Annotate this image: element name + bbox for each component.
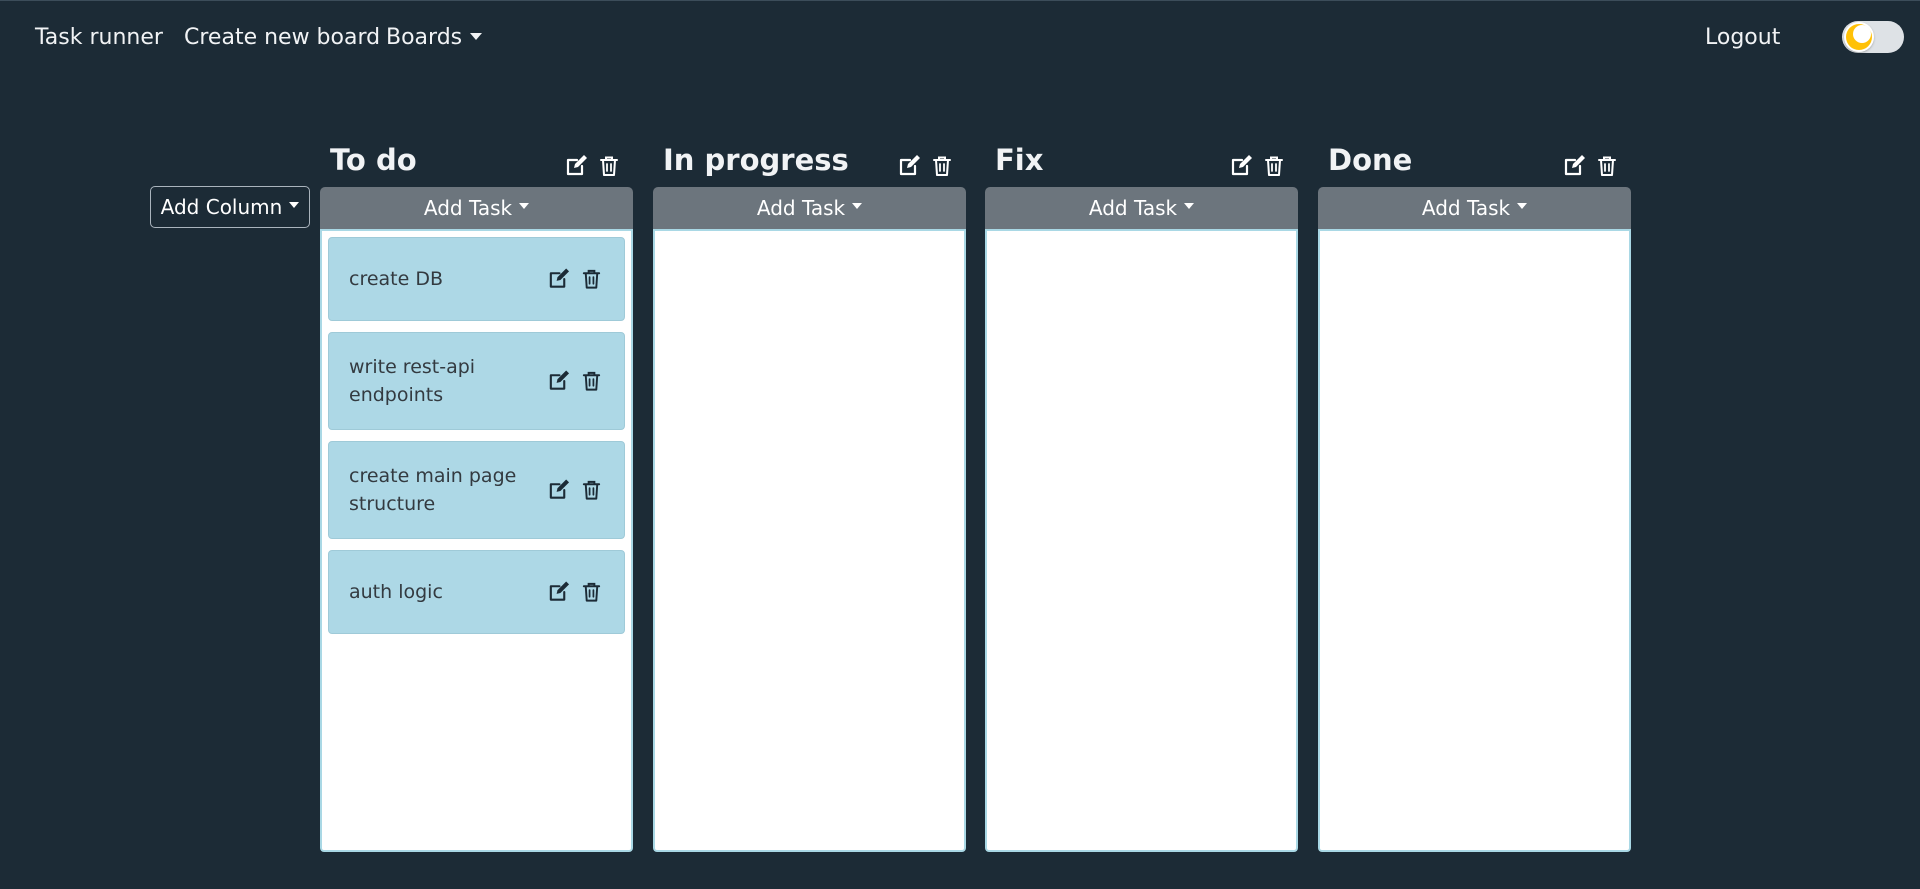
- task-list: [985, 229, 1298, 852]
- task-card[interactable]: create main page structure: [328, 441, 625, 539]
- edit-icon[interactable]: [546, 267, 571, 292]
- task-list: create DB write rest-api endpoints create …: [320, 229, 633, 852]
- add-task-label: Add Task: [423, 196, 513, 220]
- add-task-button[interactable]: Add Task: [320, 187, 633, 229]
- column: To do Add Task create DB write rest-api end…: [320, 142, 633, 852]
- chevron-down-icon: [289, 202, 300, 208]
- chevron-down-icon: [852, 203, 863, 209]
- edit-icon[interactable]: [563, 153, 588, 178]
- trash-icon[interactable]: [1594, 153, 1619, 178]
- trash-icon[interactable]: [1261, 153, 1286, 178]
- column: Fix Add Task: [985, 142, 1298, 852]
- task-card[interactable]: create DB: [328, 237, 625, 321]
- theme-toggle[interactable]: [1842, 21, 1904, 53]
- edit-icon[interactable]: [1561, 153, 1586, 178]
- column-actions: [1561, 153, 1619, 178]
- chevron-down-icon: [470, 32, 483, 40]
- create-board-link[interactable]: Create new board: [184, 25, 380, 51]
- trash-icon[interactable]: [579, 369, 604, 394]
- column: In progress Add Task: [653, 142, 966, 852]
- trash-icon[interactable]: [596, 153, 621, 178]
- add-task-label: Add Task: [1088, 196, 1178, 220]
- trash-icon[interactable]: [929, 153, 954, 178]
- task-list: [1318, 229, 1631, 852]
- logout-link[interactable]: Logout: [1705, 25, 1780, 51]
- edit-icon[interactable]: [1228, 153, 1253, 178]
- boards-dropdown[interactable]: Boards: [386, 25, 483, 51]
- task-card[interactable]: write rest-api endpoints: [328, 332, 625, 430]
- add-task-button[interactable]: Add Task: [1318, 187, 1631, 229]
- navbar: Task runner Create new board Boards Logo…: [0, 0, 1920, 74]
- boards-label: Boards: [386, 25, 463, 50]
- task-list: [653, 229, 966, 852]
- column: Done Add Task: [1318, 142, 1631, 852]
- add-task-label: Add Task: [756, 196, 846, 220]
- trash-icon[interactable]: [579, 267, 604, 292]
- task-actions: [546, 478, 604, 503]
- brand-link[interactable]: Task runner: [35, 25, 163, 51]
- add-task-label: Add Task: [1421, 196, 1511, 220]
- column-title: Done: [1328, 143, 1413, 177]
- column-title: Fix: [995, 143, 1044, 177]
- column-title: In progress: [663, 143, 849, 177]
- add-column-button[interactable]: Add Column: [150, 186, 310, 228]
- task-text: write rest-api endpoints: [349, 356, 476, 406]
- moon-icon: [1844, 22, 1874, 52]
- edit-icon[interactable]: [546, 478, 571, 503]
- edit-icon[interactable]: [546, 580, 571, 605]
- column-actions: [896, 153, 954, 178]
- add-task-button[interactable]: Add Task: [653, 187, 966, 229]
- edit-icon[interactable]: [546, 369, 571, 394]
- column-actions: [1228, 153, 1286, 178]
- edit-icon[interactable]: [896, 153, 921, 178]
- task-text: auth logic: [349, 581, 443, 603]
- task-actions: [546, 369, 604, 394]
- chevron-down-icon: [1184, 203, 1195, 209]
- task-text: create DB: [349, 268, 444, 290]
- trash-icon[interactable]: [579, 580, 604, 605]
- add-task-button[interactable]: Add Task: [985, 187, 1298, 229]
- chevron-down-icon: [519, 203, 530, 209]
- add-column-label: Add Column: [160, 195, 283, 219]
- column-actions: [563, 153, 621, 178]
- task-card[interactable]: auth logic: [328, 550, 625, 634]
- trash-icon[interactable]: [579, 478, 604, 503]
- chevron-down-icon: [1517, 203, 1528, 209]
- task-actions: [546, 580, 604, 605]
- task-text: create main page structure: [349, 465, 517, 515]
- task-actions: [546, 267, 604, 292]
- column-title: To do: [330, 143, 417, 177]
